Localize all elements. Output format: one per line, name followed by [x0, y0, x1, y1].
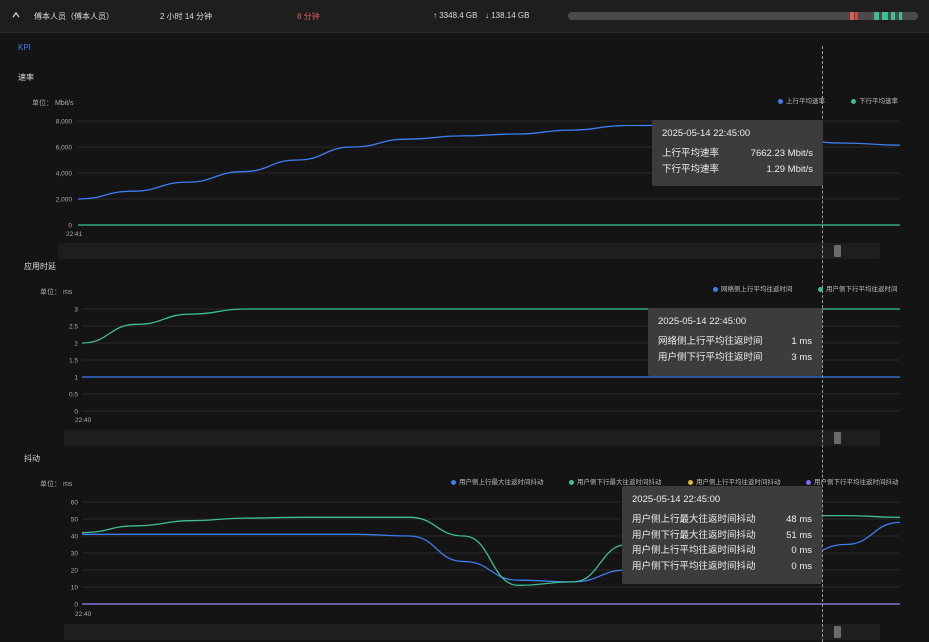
tooltip-row: 网络侧上行平均往返时间 1 ms — [658, 336, 812, 347]
y-tick-label: 8,000 — [56, 119, 73, 126]
rate-tooltip: 2025-05-14 22:45:00 上行平均速率 7662.23 Mbit/s… — [652, 120, 823, 186]
tooltip-time: 2025-05-14 22:45:00 — [658, 316, 747, 327]
y-tick-label: 50 — [71, 517, 79, 524]
y-tick-label: 10 — [71, 585, 79, 592]
rate-zoom-slider[interactable] — [58, 243, 880, 259]
tooltip-row: 用户侧下行最大往返时间抖动 51 ms — [632, 529, 812, 541]
y-tick-label: 20 — [71, 568, 79, 575]
y-tick-label: 0.5 — [69, 392, 78, 399]
y-tick-label: 1.5 — [69, 358, 78, 365]
tooltip-row: 用户侧上行最大往返时间抖动 48 ms — [632, 514, 812, 525]
x-tick-label: 22:40 — [75, 417, 92, 424]
y-tick-label: 0 — [74, 409, 78, 416]
y-tick-label: 2.5 — [69, 324, 78, 331]
tooltip-time: 2025-05-14 22:45:00 — [662, 128, 751, 139]
y-tick-label: 2 — [74, 341, 78, 348]
tooltip-time: 2025-05-14 22:45:00 — [632, 494, 721, 505]
x-tick-label: 22:41 — [66, 231, 83, 238]
jitter-tooltip: 2025-05-14 22:45:00 用户侧上行最大往返时间抖动 48 ms 用… — [622, 486, 822, 584]
y-tick-label: 3 — [74, 307, 78, 314]
zoom-handle[interactable] — [834, 245, 841, 257]
zoom-handle[interactable] — [834, 626, 841, 638]
tooltip-row: 用户侧上行平均往返时间抖动 0 ms — [632, 545, 812, 556]
tooltip-row: 用户侧下行平均往返时间抖动 0 ms — [632, 560, 812, 572]
tooltip-row: 下行平均速率 1.29 Mbit/s — [662, 163, 813, 175]
y-tick-label: 0 — [74, 602, 78, 609]
y-tick-label: 30 — [71, 551, 79, 558]
y-tick-label: 1 — [74, 375, 78, 382]
y-tick-label: 4,000 — [56, 171, 73, 178]
latency-tooltip: 2025-05-14 22:45:00 网络侧上行平均往返时间 1 ms 用户侧下… — [648, 308, 822, 376]
y-tick-label: 0 — [68, 223, 72, 230]
zoom-handle[interactable] — [834, 432, 841, 444]
x-tick-label: 22:40 — [75, 611, 92, 618]
latency-zoom-slider[interactable] — [64, 430, 880, 446]
tooltip-row: 用户侧下行平均往返时间 3 ms — [658, 351, 812, 363]
y-tick-label: 6,000 — [56, 145, 73, 152]
jitter-zoom-slider[interactable] — [64, 624, 880, 640]
y-tick-label: 2,000 — [56, 197, 73, 204]
tooltip-row: 上行平均速率 7662.23 Mbit/s — [662, 148, 813, 159]
y-tick-label: 40 — [71, 534, 79, 541]
y-tick-label: 60 — [71, 500, 79, 507]
